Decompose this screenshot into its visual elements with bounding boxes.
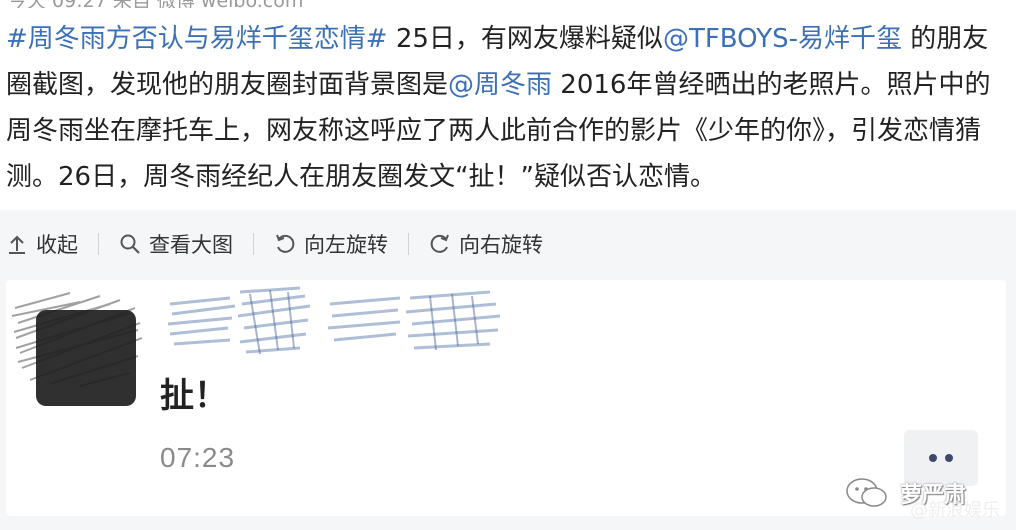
collapse-icon	[6, 233, 28, 255]
search-icon	[119, 233, 141, 255]
rotate-left-label: 向左旋转	[304, 233, 388, 257]
rotate-left-button[interactable]: 向左旋转	[274, 224, 388, 264]
hashtag-link[interactable]: #周冬雨方否认与易烊千玺恋情#	[6, 24, 388, 54]
watermark-sub: @新浪娱乐	[910, 500, 1000, 521]
collapse-label: 收起	[36, 233, 78, 257]
image-toolbar: 收起 查看大图 向左旋转 向右旋转	[0, 210, 1016, 278]
view-large-label: 查看大图	[149, 233, 233, 257]
mention-link-zhoudongyu[interactable]: @周冬雨	[448, 70, 552, 100]
toolbar-divider	[98, 233, 99, 255]
watermark: 萝严肃 @新浪娱乐	[844, 470, 1014, 521]
rotate-right-icon	[429, 233, 451, 255]
wechat-logo-icon	[846, 478, 887, 507]
post-text: #周冬雨方否认与易烊千玺恋情# 25日，有网友爆料疑似@TFBOYS-易烊千玺 …	[6, 16, 1010, 200]
collapse-button[interactable]: 收起	[6, 224, 78, 264]
view-large-button[interactable]: 查看大图	[119, 224, 233, 264]
rotate-right-label: 向右旋转	[459, 233, 543, 257]
post-text-part-1: 25日，有网友爆料疑似	[387, 24, 663, 54]
moment-message: 扯！	[160, 376, 228, 416]
toolbar-divider	[253, 233, 254, 255]
more-dot-icon	[945, 454, 953, 462]
header-fragment: 今天 09:27 来自 微博 weibo.com	[0, 0, 1016, 8]
avatar	[36, 310, 136, 406]
redacted-name-scribble	[167, 286, 501, 355]
more-dot-icon	[929, 454, 937, 462]
rotate-right-button[interactable]: 向右旋转	[429, 224, 543, 264]
moment-timestamp: 07:23	[160, 442, 236, 473]
toolbar-divider	[408, 233, 409, 255]
rotate-left-icon	[274, 233, 296, 255]
mention-link-yiyangqianxi[interactable]: @TFBOYS-易烊千玺	[663, 24, 902, 54]
moments-screenshot-image[interactable]: 扯！ 07:23 萝严肃 @新浪娱乐	[6, 280, 1006, 521]
image-panel: 扯！ 07:23 萝严肃 @新浪娱乐	[0, 278, 1016, 530]
